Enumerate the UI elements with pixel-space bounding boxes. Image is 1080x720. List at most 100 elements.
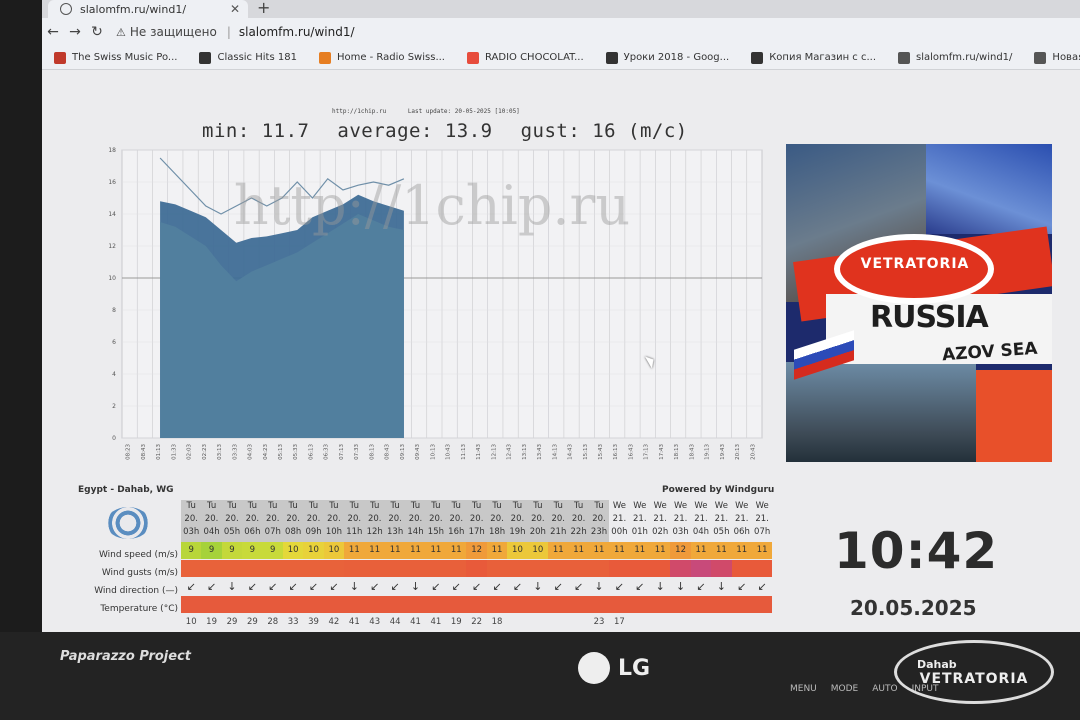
wind-stats: min: 11.7 average: 13.9 gust: 16 (m/c) <box>202 120 704 142</box>
forecast-hour-text: 23h <box>590 527 608 537</box>
forecast-hour-cell: Tu 20. 04h <box>201 500 222 542</box>
warning-icon[interactable]: ⚠ <box>116 26 126 39</box>
forecast-hour-cell: Tu 20. 10h <box>323 500 345 542</box>
bookmark-item[interactable]: Новая вкладка <box>1034 51 1080 64</box>
forecast-hour-cell: We 21. 06h <box>732 500 752 542</box>
x-tick-label: 04:03 <box>248 444 254 460</box>
new-tab-button[interactable]: + <box>257 0 270 17</box>
forecast-hour-text: 17h <box>468 527 485 537</box>
temperature-cell <box>690 596 712 613</box>
bookmark-item[interactable]: Home - Radio Swiss... <box>318 51 445 64</box>
y-tick-label: 16 <box>108 179 116 186</box>
forecast-hour-cell: Tu 20. 18h <box>486 500 508 542</box>
temperature-cell <box>507 596 528 613</box>
address-bar[interactable]: ⚠ Не защищено | slalomfm.ru/wind1/ <box>116 21 355 43</box>
forecast-hour-text: 20. <box>429 514 443 524</box>
forecast-powered[interactable]: Powered by Windguru <box>662 485 774 495</box>
extra-cell <box>568 614 588 631</box>
temperature-cell <box>181 596 202 613</box>
browser-tabbar: slalomfm.ru/wind1/ ✕ + <box>42 0 1080 18</box>
forecast-hour-text: 09h <box>305 527 322 537</box>
forecast-hour-text: 21. <box>755 514 769 524</box>
monitor-control-button[interactable]: AUTO <box>872 684 897 694</box>
forecast-hour-text: We <box>633 501 647 511</box>
forecast-hour-text: 19h <box>509 527 526 537</box>
wind-direction-arrow-icon: ↓ <box>533 580 543 593</box>
bookmark-favicon-icon <box>1034 51 1047 64</box>
x-tick-label: 19:13 <box>705 444 711 460</box>
close-icon[interactable]: ✕ <box>230 2 240 16</box>
extra-cell: 33 <box>287 617 299 627</box>
wind-direction-arrow-icon: ↙ <box>370 580 380 593</box>
bookmark-item[interactable]: The Swiss Music Po... <box>54 51 177 64</box>
forecast-hour-text: Tu <box>431 501 441 511</box>
forecast-hour-text: 20. <box>388 514 402 524</box>
wind-speed-cell: 9 <box>262 542 283 559</box>
wind-speed-cell: 11 <box>711 542 732 559</box>
forecast-location[interactable]: Egypt - Dahab, WG <box>78 485 174 495</box>
forecast-hour-cell: We 21. 03h <box>670 500 690 542</box>
forecast-hour-cell: We 21. 00h <box>609 500 629 542</box>
monitor-control-button[interactable]: MENU <box>790 684 817 694</box>
temperature-cell <box>446 596 467 613</box>
forecast-hour-text: 20. <box>265 514 280 524</box>
back-icon[interactable]: ← <box>42 24 64 40</box>
forecast-row-labels: Wind speed (m/s) Wind gusts (m/s) Wind dir… <box>78 546 178 618</box>
monitor-control-button[interactable]: MODE <box>831 684 858 694</box>
bookmark-item[interactable]: RADIO CHOCOLAT... <box>466 51 584 64</box>
promo-photo-kite <box>926 144 1052 234</box>
extra-cell: 41 <box>430 617 442 627</box>
extra-cell: 19 <box>206 617 217 627</box>
extra-cell <box>691 614 711 631</box>
forecast-hour-text: 20. <box>592 514 606 524</box>
y-tick-label: 8 <box>112 307 116 314</box>
wind-gust-cell <box>751 560 773 577</box>
forecast-hour-cell: Tu 20. 12h <box>364 500 385 542</box>
bookmark-item[interactable]: slalomfm.ru/wind1/ <box>898 51 1013 64</box>
bookmark-item[interactable]: Classic Hits 181 <box>199 51 297 64</box>
wind-direction-arrow-icon: ↓ <box>594 580 604 593</box>
security-label: Не защищено <box>129 25 217 39</box>
forecast-hour-text: Tu <box>329 501 339 511</box>
forecast-hour-text: 04h <box>692 527 710 537</box>
bookmark-item[interactable]: Уроки 2018 - Goog... <box>605 51 729 64</box>
monitor-screen: slalomfm.ru/wind1/ ✕ + ← → ↻ ⚠ Не защище… <box>42 0 1080 632</box>
wind-gust-cell <box>384 560 406 577</box>
forecast-hour-text: 07h <box>754 527 771 537</box>
forecast-hour-cell: Tu 20. 17h <box>466 500 487 542</box>
wind-direction-arrow-icon: ↓ <box>655 580 665 593</box>
forecast-hour-text: Tu <box>512 501 523 511</box>
browser-tab[interactable]: slalomfm.ru/wind1/ ✕ <box>48 0 248 18</box>
x-tick-label: 02:03 <box>187 444 193 460</box>
x-tick-label: 12:43 <box>507 444 513 460</box>
wind-speed-cell: 10 <box>507 542 528 559</box>
forecast-hour-text: 20. <box>531 514 545 524</box>
wind-speed-cell: 11 <box>629 542 650 559</box>
forecast-hour-cell: Tu 20. 13h <box>384 500 406 542</box>
forecast-hour-cell: Tu 20. 19h <box>507 500 528 542</box>
promo-banner[interactable]: VETRATORIA RUSSIA AZOV SEA <box>786 144 1052 462</box>
bookmark-item[interactable]: Копия Магазин с с... <box>751 51 876 64</box>
temperature-cell <box>588 596 610 613</box>
wind-speed-cell: 10 <box>282 542 304 559</box>
reload-icon[interactable]: ↻ <box>86 24 108 40</box>
temperature-cell <box>466 596 487 613</box>
forecast-hour-cell: Tu 20. 14h <box>405 500 426 542</box>
forward-icon[interactable]: → <box>64 24 86 40</box>
forecast-hour-cell: Tu 20. 06h <box>242 500 263 542</box>
forecast-hour-text: 21. <box>653 514 667 524</box>
forecast-header-row: Tu 20. 03h Tu 20. 04h Tu 20. 05h Tu 20. 06h Tu 20. 07h… <box>181 500 772 542</box>
wind-gust-cell <box>364 560 385 577</box>
forecast-hour-text: Tu <box>227 501 237 511</box>
stamp-dahab: Dahab <box>917 657 957 671</box>
browser-toolbar: ← → ↻ ⚠ Не защищено | slalomfm.ru/wind1/ <box>42 18 1080 46</box>
wind-gust-cell <box>568 560 589 577</box>
wind-direction-arrow-icon: ↓ <box>349 580 359 593</box>
source-link[interactable]: http://1chip.ru <box>332 108 386 115</box>
bookmark-label: slalomfm.ru/wind1/ <box>916 52 1013 63</box>
clock-time: 10:42 <box>834 522 999 580</box>
forecast-hour-text: 10h <box>325 527 343 537</box>
bookmark-favicon-icon <box>751 51 764 64</box>
extra-cell: 19 <box>450 617 462 627</box>
wind-gust-cell <box>405 560 426 577</box>
